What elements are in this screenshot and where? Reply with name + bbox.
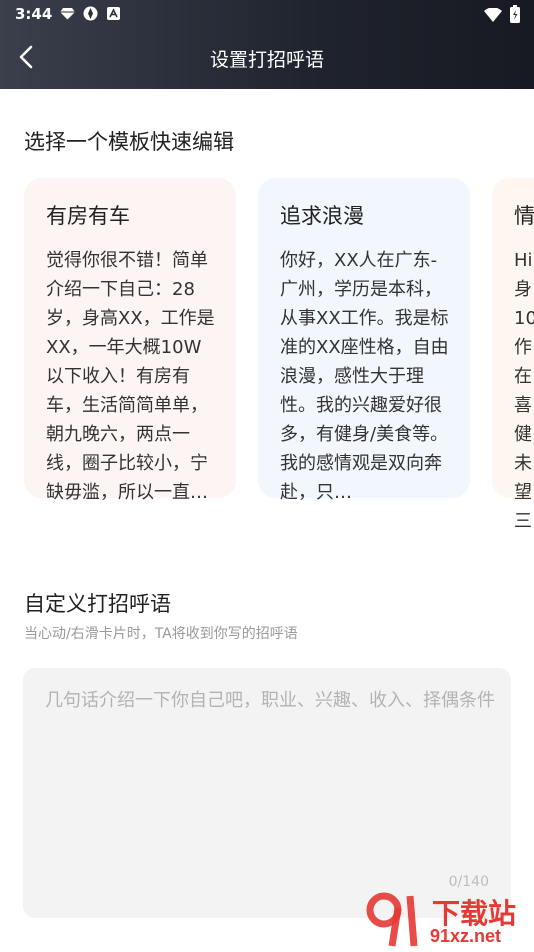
status-notification-icons: [60, 6, 121, 21]
status-system-icons: [484, 5, 520, 27]
wifi-icon: [484, 6, 502, 26]
template-card-body: 觉得你很不错！简单介绍一下自己：28岁，身高XX，工作是XX，一年大概10W以下…: [46, 250, 215, 503]
battery-icon: [510, 5, 520, 27]
greeting-input-box: 0/140: [23, 668, 511, 918]
template-card-body: 你好，XX人在广东-广州，学历是本科，从事XX工作。我是标准的XX座性格，自由浪…: [280, 250, 449, 503]
greeting-input[interactable]: [45, 686, 495, 866]
template-card-carousel[interactable]: 有房有车 觉得你很不错！简单介绍一下自己：28岁，身高XX，工作是XX，一年大概…: [0, 178, 534, 538]
site-watermark: 下载站 91xz.net: [362, 888, 532, 948]
custom-section-title: 自定义打招呼语: [24, 592, 171, 616]
template-card[interactable]: 追求浪漫 你好，XX人在广东-广州，学历是本科，从事XX工作。我是标准的XX座性…: [258, 178, 470, 503]
template-card-title: 情: [514, 204, 534, 228]
page-title: 设置打招呼语: [209, 49, 324, 71]
template-card[interactable]: 情 Hi 身 10 作 在 喜 健 未 望 三: [492, 178, 534, 532]
template-card-title: 追求浪漫: [280, 204, 364, 228]
aperture-icon: [83, 6, 98, 21]
template-card[interactable]: 有房有车 觉得你很不错！简单介绍一下自己：28岁，身高XX，工作是XX，一年大概…: [24, 178, 236, 503]
custom-section-subtitle: 当心动/右滑卡片时，TA将收到你写的招呼语: [24, 626, 298, 642]
template-section-title: 选择一个模板快速编辑: [24, 130, 234, 154]
a-letter-icon: [106, 6, 121, 21]
status-bar: 3:44: [0, 0, 534, 30]
status-time: 3:44: [15, 5, 53, 23]
template-card-title: 有房有车: [46, 204, 130, 228]
header: 3:44 设置打招呼语: [0, 0, 534, 89]
template-card-body: Hi 身 10 作 在 喜 健 未 望 三: [514, 250, 534, 532]
diamond-icon: [60, 6, 75, 21]
watermark-site: 91xz.net: [430, 926, 502, 946]
